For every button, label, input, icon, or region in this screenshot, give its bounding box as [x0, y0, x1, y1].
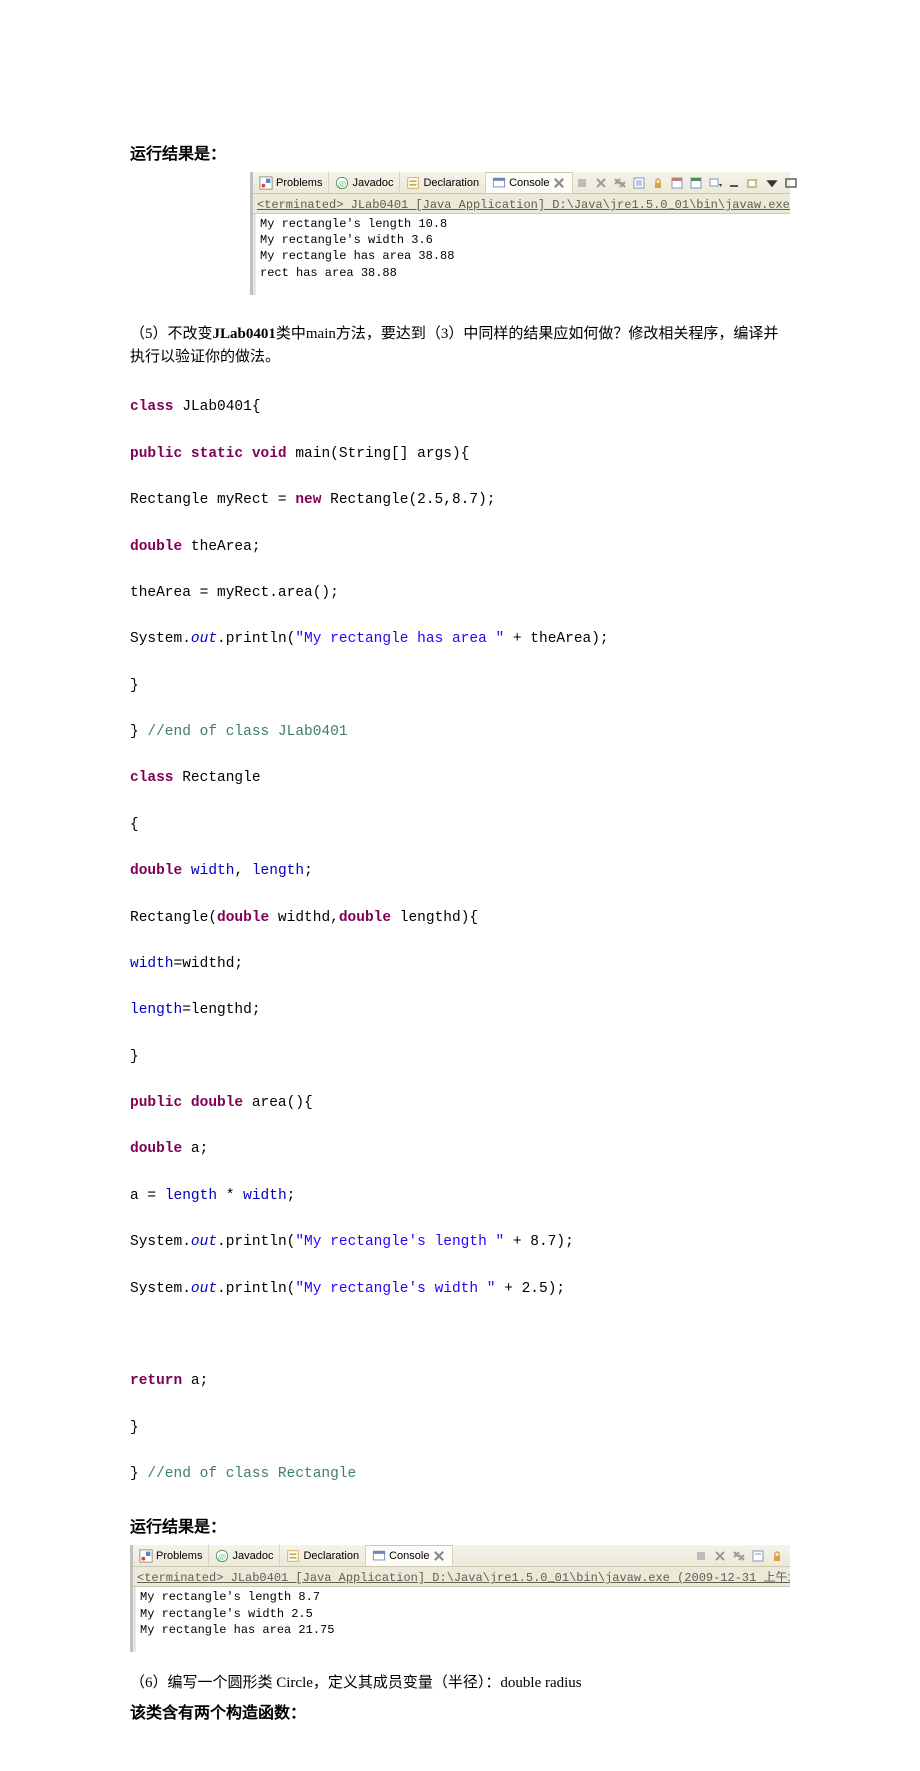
console-line: My rectangle's width 3.6: [260, 232, 786, 248]
scroll-lock-icon[interactable]: [649, 175, 667, 191]
svg-text:@: @: [218, 1551, 226, 1561]
tab-label: Declaration: [423, 177, 479, 189]
tab-label: Console: [389, 1550, 429, 1562]
console-output: My rectangle's length 8.7 My rectangle's…: [133, 1587, 790, 1652]
eclipse-tabbar: Problems @ Javadoc Declaration Console: [133, 1545, 790, 1567]
tab-javadoc[interactable]: @ Javadoc: [329, 172, 400, 193]
problems-icon: [259, 176, 273, 190]
console-line: My rectangle's width 2.5: [140, 1606, 786, 1622]
console-line: My rectangle has area 38.88: [260, 248, 786, 264]
question-5-text: （5）不改变JLab0401类中main方法，要达到（3）中同样的结果应如何做？…: [130, 323, 790, 370]
tab-javadoc[interactable]: @ Javadoc: [209, 1545, 280, 1566]
dropdown-icon[interactable]: [763, 175, 781, 191]
console-toolbar: [692, 1548, 790, 1564]
tab-declaration[interactable]: Declaration: [280, 1545, 366, 1566]
console-screenshot-1: Problems @ Javadoc Declaration Console: [250, 172, 790, 295]
maximize-icon[interactable]: [782, 175, 800, 191]
result-heading-1: 运行结果是：: [130, 140, 790, 164]
svg-text:@: @: [338, 178, 346, 188]
declaration-icon: [286, 1549, 300, 1563]
console-line: My rectangle has area 21.75: [140, 1622, 786, 1638]
remove-launch-icon[interactable]: [592, 175, 610, 191]
javadoc-icon: @: [215, 1549, 229, 1563]
console-output: My rectangle's length 10.8 My rectangle'…: [253, 214, 790, 295]
console-line: My rectangle's length 8.7: [140, 1589, 786, 1605]
tab-problems[interactable]: Problems: [133, 1545, 209, 1566]
terminate-icon[interactable]: [573, 175, 591, 191]
console-terminated-line: <terminated> JLab0401 [Java Application]…: [253, 194, 790, 214]
clear-console-icon[interactable]: [749, 1548, 767, 1564]
console-icon: [372, 1549, 386, 1563]
scroll-lock-icon[interactable]: [768, 1548, 786, 1564]
console-line: My rectangle's length 10.8: [260, 216, 786, 232]
question-6-sub: 该类含有两个构造函数：: [130, 1699, 790, 1723]
console-line: rect has area 38.88: [260, 265, 786, 281]
code-block: class JLab0401{ public static void main(…: [130, 373, 790, 1509]
pin-console-icon[interactable]: [668, 175, 686, 191]
console-terminated-line: <terminated> JLab0401 [Java Application]…: [133, 1567, 790, 1587]
tab-label: Javadoc: [232, 1550, 273, 1562]
new-console-icon[interactable]: [744, 175, 762, 191]
console-icon: [492, 176, 506, 190]
tab-declaration[interactable]: Declaration: [400, 172, 486, 193]
console-screenshot-2: Problems @ Javadoc Declaration Console: [130, 1545, 790, 1652]
question-6-text: （6）编写一个圆形类 Circle，定义其成员变量（半径）：double rad…: [130, 1672, 790, 1695]
tab-console[interactable]: Console: [366, 1545, 453, 1566]
tab-label: Problems: [276, 177, 322, 189]
remove-all-icon[interactable]: [611, 175, 629, 191]
tab-label: Javadoc: [352, 177, 393, 189]
remove-launch-icon[interactable]: [711, 1548, 729, 1564]
tab-label: Problems: [156, 1550, 202, 1562]
terminate-icon[interactable]: [692, 1548, 710, 1564]
result-heading-2: 运行结果是：: [130, 1513, 790, 1537]
minimize-icon[interactable]: [725, 175, 743, 191]
close-icon[interactable]: [432, 1549, 446, 1563]
problems-icon: [139, 1549, 153, 1563]
declaration-icon: [406, 176, 420, 190]
tab-problems[interactable]: Problems: [253, 172, 329, 193]
javadoc-icon: @: [335, 176, 349, 190]
eclipse-tabbar: Problems @ Javadoc Declaration Console: [253, 172, 790, 194]
display-selected-icon[interactable]: [687, 175, 705, 191]
open-console-icon[interactable]: [706, 175, 724, 191]
clear-console-icon[interactable]: [630, 175, 648, 191]
tab-console[interactable]: Console: [486, 172, 573, 193]
console-toolbar: [573, 175, 804, 191]
close-icon[interactable]: [552, 176, 566, 190]
tab-label: Declaration: [303, 1550, 359, 1562]
remove-all-icon[interactable]: [730, 1548, 748, 1564]
tab-label: Console: [509, 177, 549, 189]
